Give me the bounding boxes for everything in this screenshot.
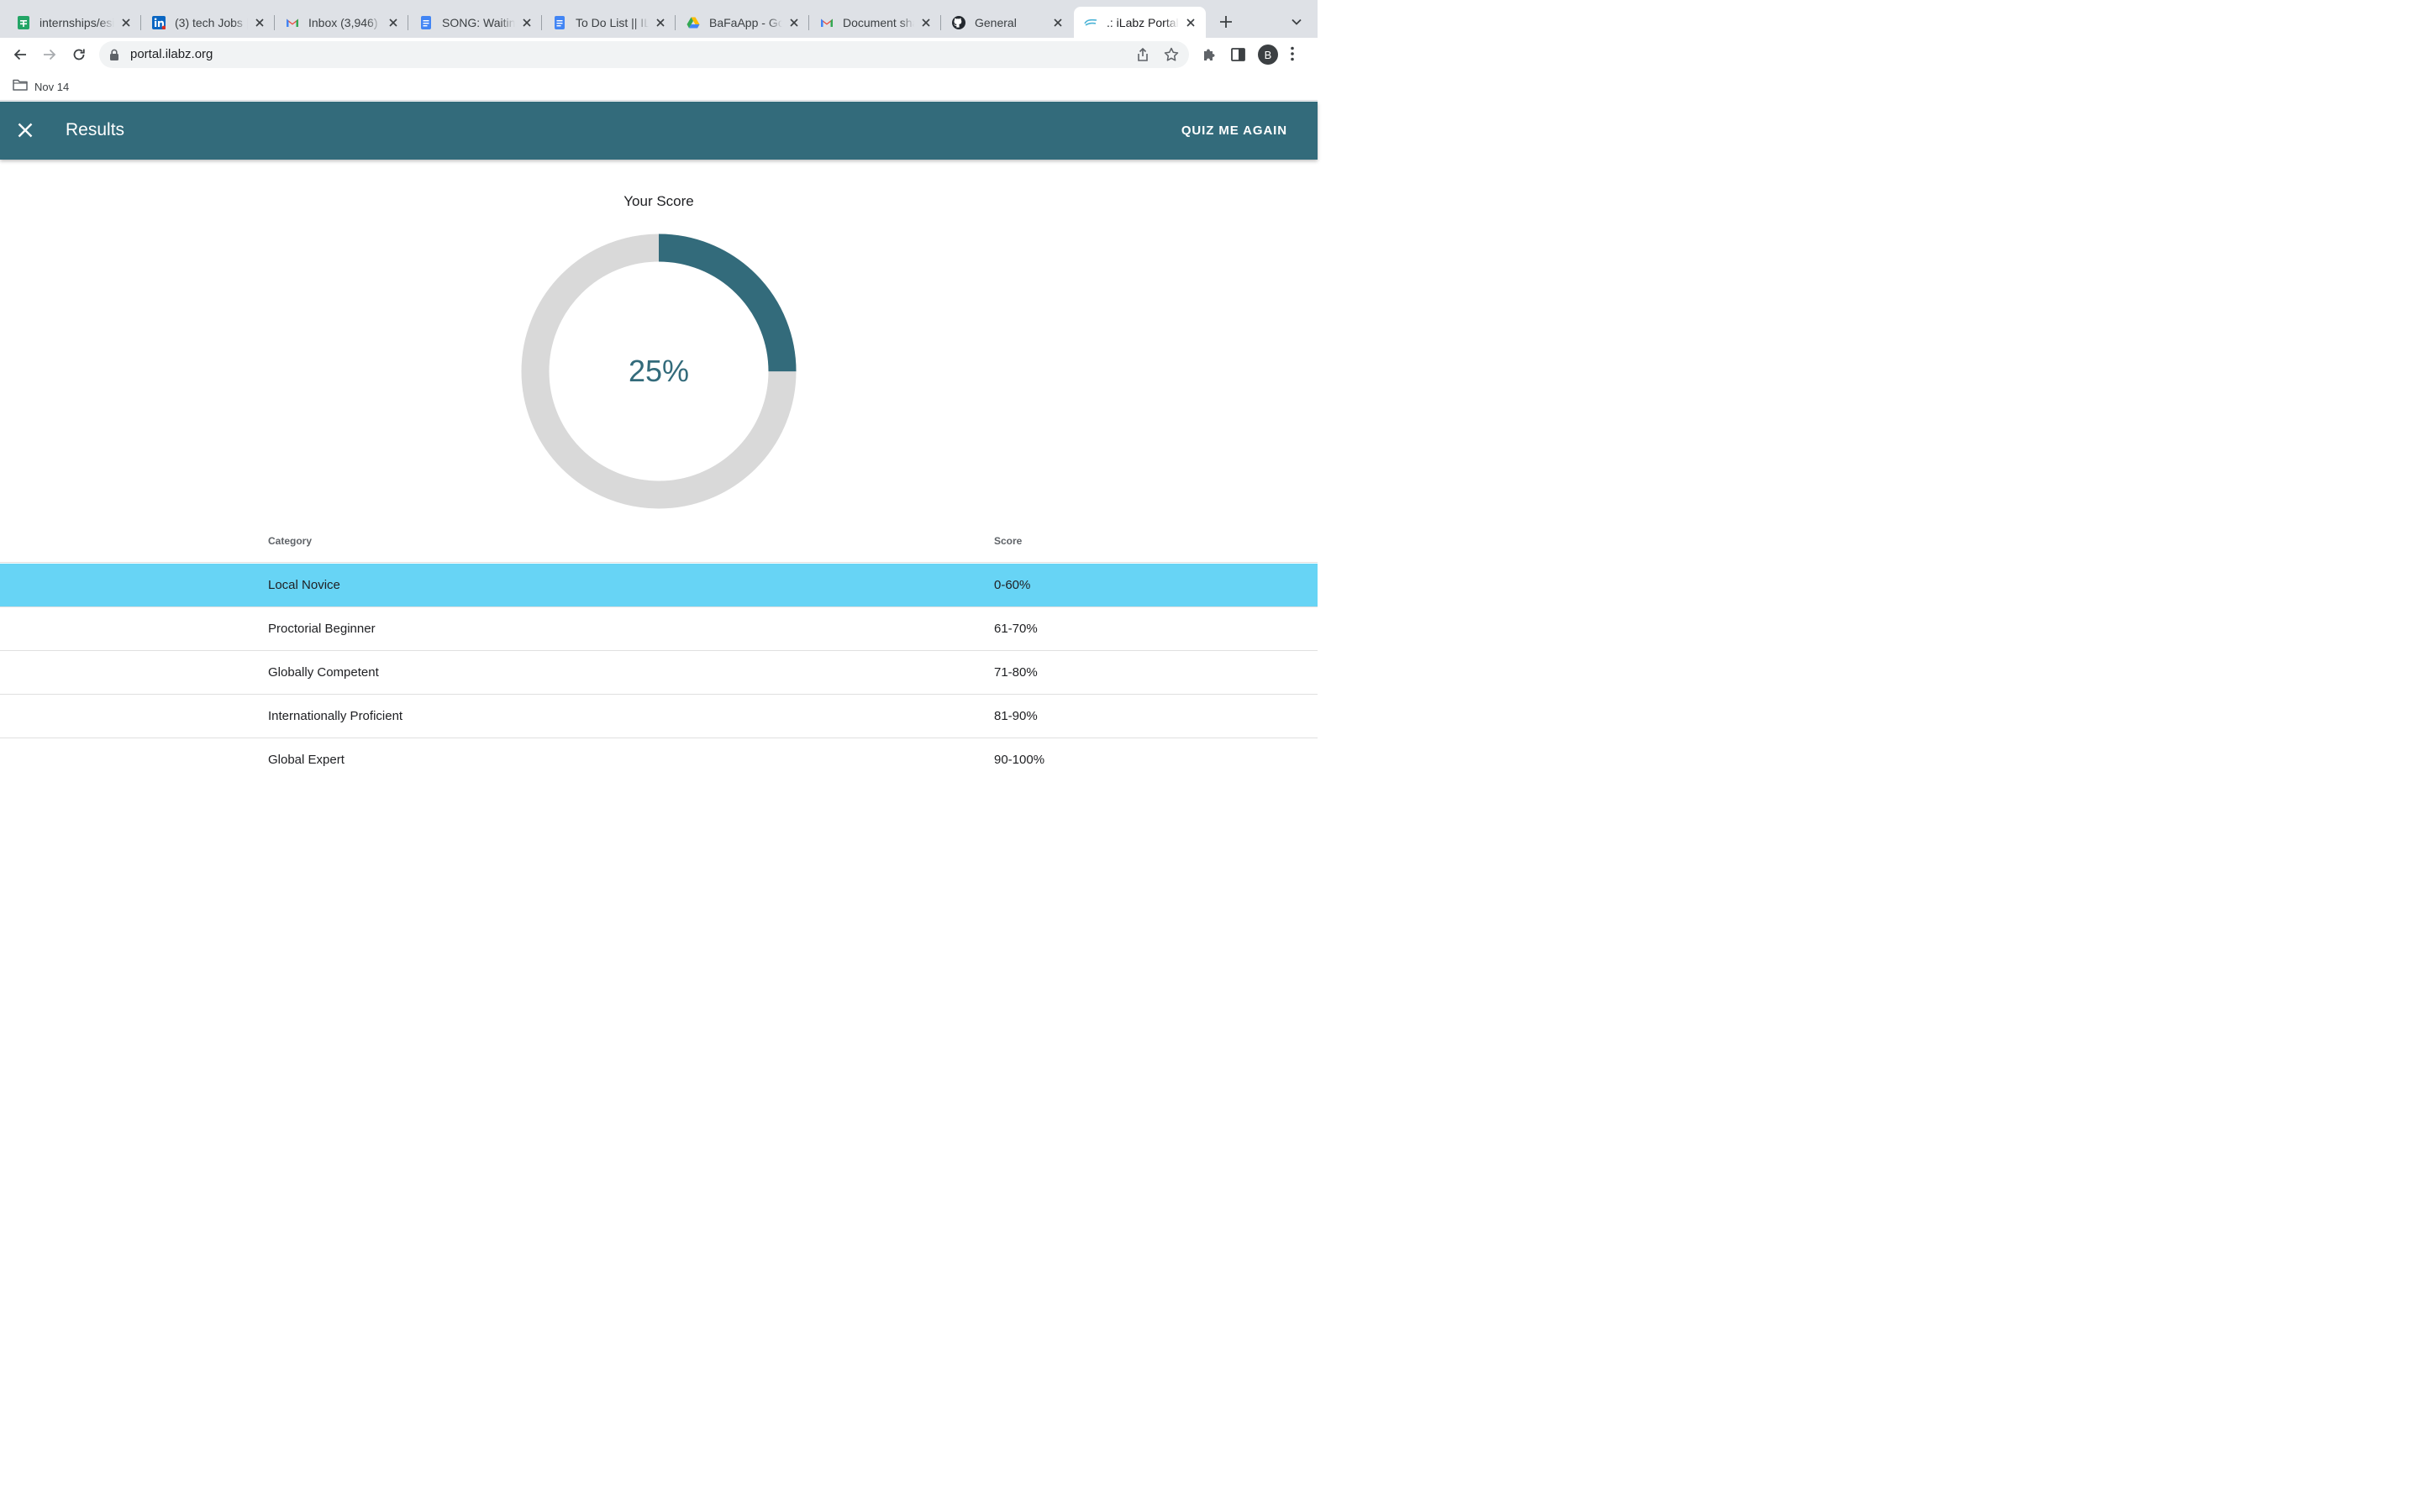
close-tab-icon[interactable] bbox=[119, 16, 133, 29]
tab-strip: internships/esi (3) tech Jobs | LinkedIn… bbox=[0, 0, 1318, 38]
tab-title: Document sha bbox=[843, 15, 914, 29]
bookmark-label: Nov 14 bbox=[34, 81, 70, 93]
table-header: Category Score bbox=[0, 521, 1318, 563]
close-tab-icon[interactable] bbox=[1184, 16, 1197, 29]
score-cell: 61-70% bbox=[994, 622, 1038, 636]
reload-icon[interactable] bbox=[69, 45, 89, 65]
tab-title: Inbox (3,946) bbox=[308, 15, 378, 29]
url-text[interactable]: portal.ilabz.org bbox=[130, 47, 213, 61]
results-app-bar: Results QUIZ ME AGAIN bbox=[0, 102, 1318, 160]
browser-tab[interactable]: Document sha bbox=[810, 7, 941, 38]
folder-icon bbox=[13, 79, 28, 95]
close-tab-icon[interactable] bbox=[387, 16, 400, 29]
tab-title: (3) tech Jobs | LinkedIn bbox=[175, 15, 248, 29]
extensions-puzzle-icon[interactable] bbox=[1202, 47, 1217, 66]
docs-icon bbox=[419, 15, 433, 29]
table-row[interactable]: Globally Competent 71-80% bbox=[0, 651, 1318, 695]
table-row[interactable]: Global Expert 90-100% bbox=[0, 738, 1318, 782]
tab-separator bbox=[808, 15, 809, 30]
score-cell: 71-80% bbox=[994, 665, 1038, 680]
browser-toolbar: portal.ilabz.org B bbox=[0, 38, 1318, 71]
browser-tab[interactable]: To Do List || IL bbox=[543, 7, 676, 38]
side-panel-icon[interactable] bbox=[1231, 48, 1245, 66]
table-row[interactable]: Proctorial Beginner 61-70% bbox=[0, 607, 1318, 651]
more-menu-icon[interactable] bbox=[1291, 46, 1294, 66]
score-cell: 90-100% bbox=[994, 753, 1045, 767]
score-heading: Your Score bbox=[623, 193, 694, 209]
gmail-icon bbox=[286, 16, 299, 29]
bookmark-star-icon[interactable] bbox=[1164, 47, 1179, 66]
linkedin-icon bbox=[152, 15, 166, 29]
tab-title: General bbox=[975, 15, 1017, 29]
tab-separator bbox=[541, 15, 542, 30]
tab-title: SONG: Waiting bbox=[442, 15, 515, 29]
column-header-category: Category bbox=[268, 535, 313, 547]
close-tab-icon[interactable] bbox=[520, 16, 534, 29]
browser-tab[interactable]: Inbox (3,946) bbox=[276, 7, 408, 38]
page-title: Results bbox=[66, 120, 125, 139]
close-tab-icon[interactable] bbox=[253, 16, 266, 29]
back-arrow-icon[interactable] bbox=[10, 45, 30, 65]
tab-title: internships/esi bbox=[39, 15, 114, 29]
quiz-me-again-button[interactable]: QUIZ ME AGAIN bbox=[1181, 123, 1287, 138]
close-tab-icon[interactable] bbox=[919, 16, 933, 29]
browser-tab[interactable]: (3) tech Jobs | LinkedIn bbox=[142, 7, 275, 38]
category-cell: Local Novice bbox=[268, 578, 340, 592]
tab-separator bbox=[675, 15, 676, 30]
gmail-icon bbox=[820, 16, 834, 29]
docs-icon bbox=[553, 15, 566, 29]
category-cell: Proctorial Beginner bbox=[268, 622, 376, 636]
table-row[interactable]: Local Novice 0-60% bbox=[0, 564, 1318, 607]
category-cell: Globally Competent bbox=[268, 665, 379, 680]
new-tab-plus-icon[interactable] bbox=[1217, 13, 1235, 31]
score-percentage: 25% bbox=[628, 354, 690, 388]
browser-tab[interactable]: BaFaApp - Goo bbox=[676, 7, 809, 38]
column-header-score: Score bbox=[994, 535, 1023, 547]
close-tab-icon[interactable] bbox=[1051, 16, 1065, 29]
tab-title: BaFaApp - Goo bbox=[709, 15, 782, 29]
score-cell: 81-90% bbox=[994, 709, 1038, 723]
browser-tab[interactable]: internships/esi bbox=[7, 7, 141, 38]
forward-arrow-icon[interactable] bbox=[39, 45, 60, 65]
ilabz-icon bbox=[1084, 16, 1097, 29]
tab-separator bbox=[140, 15, 141, 30]
profile-avatar[interactable]: B bbox=[1258, 45, 1278, 65]
tab-title: .: iLabz Portal bbox=[1107, 15, 1179, 29]
lock-icon[interactable] bbox=[109, 49, 119, 65]
table-row[interactable]: Internationally Proficient 81-90% bbox=[0, 695, 1318, 738]
drive-icon bbox=[687, 16, 700, 29]
close-tab-icon[interactable] bbox=[787, 16, 801, 29]
browser-tab[interactable]: General bbox=[942, 7, 1073, 38]
tab-separator bbox=[940, 15, 941, 30]
address-bar[interactable]: portal.ilabz.org bbox=[99, 41, 1189, 68]
close-tab-icon[interactable] bbox=[654, 16, 667, 29]
share-icon[interactable] bbox=[1135, 47, 1150, 66]
close-icon[interactable] bbox=[17, 122, 34, 139]
tab-title: To Do List || IL bbox=[576, 15, 649, 29]
sheets-icon bbox=[17, 15, 30, 29]
bookmarks-bar: Nov 14 bbox=[0, 71, 1318, 101]
github-icon bbox=[952, 15, 965, 29]
category-cell: Internationally Proficient bbox=[268, 709, 403, 723]
category-cell: Global Expert bbox=[268, 753, 345, 767]
browser-tab-active[interactable]: .: iLabz Portal bbox=[1074, 7, 1206, 38]
browser-tab[interactable]: SONG: Waiting bbox=[409, 7, 542, 38]
tab-separator bbox=[274, 15, 275, 30]
tab-search-chevron-icon[interactable] bbox=[1289, 14, 1304, 29]
bookmark-folder[interactable]: Nov 14 bbox=[13, 79, 69, 95]
score-cell: 0-60% bbox=[994, 578, 1031, 592]
